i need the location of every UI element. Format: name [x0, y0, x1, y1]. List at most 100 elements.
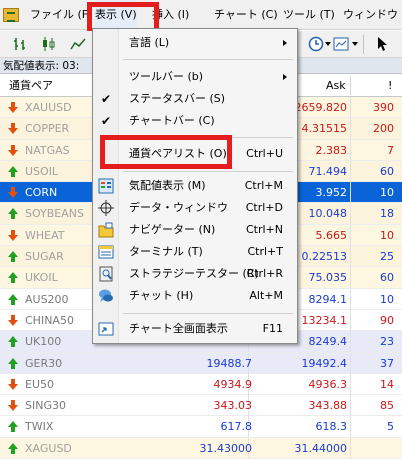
- symbol-name: CHINA50: [25, 313, 74, 327]
- bid-value: 617.8: [220, 420, 253, 434]
- ask-value: 71.494: [308, 164, 348, 178]
- market-watch-title: 気配値表示: 03:: [0, 58, 95, 74]
- table-row[interactable]: SING30 343.03 343.88 85: [0, 395, 402, 417]
- symbol-name: EU50: [25, 377, 54, 391]
- symbol-name: GER30: [25, 356, 63, 370]
- symbol-name: SOYBEANS: [25, 207, 84, 221]
- ask-value: 343.88: [308, 399, 348, 413]
- symbol-name: COPPER: [25, 122, 70, 136]
- bar-chart-icon[interactable]: [12, 36, 28, 52]
- menu-item-statusbar[interactable]: ✔ ステータスバー (S): [93, 88, 297, 110]
- menu-file[interactable]: ファイル (F): [30, 0, 92, 30]
- menu-item-shortcut: Ctrl+U: [246, 147, 283, 160]
- menu-separator: [123, 59, 293, 60]
- toolbar-divider: [363, 35, 364, 54]
- cursor-icon[interactable]: [374, 36, 390, 52]
- menu-item-label: ターミナル (T): [129, 245, 203, 258]
- checkmark-icon: ✔: [101, 92, 112, 106]
- arrow-up-icon: [8, 442, 19, 454]
- chevron-down-icon[interactable]: [325, 42, 331, 46]
- candlestick-icon[interactable]: [40, 36, 56, 52]
- fullscreen-icon: [98, 322, 114, 336]
- clock-icon[interactable]: [308, 36, 324, 52]
- menu-item-label: 通貨ペアリスト (O): [129, 147, 227, 160]
- menu-item-terminal[interactable]: ターミナル (T) Ctrl+T: [93, 241, 297, 263]
- menu-item-shortcut: Ctrl+T: [247, 245, 283, 258]
- column-divider: [350, 352, 351, 374]
- menu-item-symbol-list[interactable]: 通貨ペアリスト (O) Ctrl+U: [93, 143, 297, 165]
- arrow-down-icon: [8, 314, 19, 326]
- arrow-up-icon: [8, 272, 19, 284]
- spread-value: 5: [387, 420, 394, 434]
- column-divider: [350, 309, 351, 331]
- menu-separator: [123, 313, 293, 314]
- line-chart-icon[interactable]: [70, 36, 86, 52]
- ask-value: 31.44000: [294, 441, 348, 455]
- spread-value: 10: [380, 228, 394, 242]
- arrow-down-icon: [8, 400, 19, 412]
- table-row[interactable]: EU50 4934.9 4936.3 14: [0, 373, 402, 396]
- menu-item-market-watch[interactable]: 気配値表示 (M) Ctrl+M: [93, 175, 297, 197]
- chevron-down-icon[interactable]: [352, 42, 358, 46]
- table-row[interactable]: XAGUSD 31.43000 31.44000: [0, 437, 402, 459]
- symbol-name: UK100: [25, 335, 62, 349]
- header-ask[interactable]: Ask: [326, 74, 346, 97]
- menu-view[interactable]: 表示 (V): [95, 0, 137, 30]
- menu-item-chartbar[interactable]: ✔ チャートバー (C): [93, 110, 297, 132]
- menu-item-label: ステータスバー (S): [129, 92, 226, 105]
- app-icon[interactable]: [3, 8, 19, 22]
- navigator-icon: [98, 222, 114, 238]
- arrow-down-icon: [8, 102, 19, 113]
- menu-item-toolbar[interactable]: ツールバー (b): [93, 66, 297, 88]
- column-divider: [350, 182, 351, 204]
- chat-icon: [99, 289, 113, 302]
- column-divider: [350, 224, 351, 246]
- spread-value: 37: [380, 356, 394, 370]
- header-symbol[interactable]: 通貨ペア: [9, 74, 53, 97]
- menu-item-shortcut: Ctrl+M: [244, 179, 283, 192]
- bid-value: 4934.9: [213, 377, 253, 391]
- menu-chart[interactable]: チャート (C): [214, 0, 278, 30]
- menu-item-navigator[interactable]: ナビゲーター (N) Ctrl+N: [93, 219, 297, 241]
- crosshair-icon: [98, 200, 114, 216]
- arrow-up-icon: [8, 336, 19, 348]
- menu-item-shortcut: F11: [262, 322, 283, 335]
- spread-value: 90: [380, 313, 394, 327]
- ask-value: 4.31515: [301, 122, 348, 136]
- spread-value: 85: [380, 399, 394, 413]
- menu-tools[interactable]: ツール (T): [283, 0, 335, 30]
- bid-value: 343.03: [213, 399, 253, 413]
- arrow-down-icon: [8, 144, 19, 156]
- menu-item-data-window[interactable]: データ・ウィンドウ Ctrl+D: [93, 197, 297, 219]
- header-extra[interactable]: !: [388, 74, 392, 97]
- menu-insert[interactable]: 挿入 (I): [152, 0, 189, 30]
- symbol-name: SUGAR: [25, 250, 64, 264]
- menu-item-label: ストラテジーテスター (R): [129, 267, 259, 280]
- spread-value: 390: [373, 101, 394, 114]
- arrow-up-icon: [8, 165, 19, 177]
- menu-item-fullscreen[interactable]: チャート全画面表示 F11: [93, 318, 297, 340]
- menu-bar: ファイル (F) 表示 (V) 挿入 (I) チャート (C) ツール (T) …: [0, 0, 402, 30]
- ask-value: 3.952: [315, 186, 348, 200]
- ask-value: 8249.4: [308, 335, 348, 349]
- template-icon[interactable]: [333, 36, 349, 52]
- ask-value: 75.035: [308, 271, 348, 285]
- column-divider: [350, 288, 351, 310]
- symbol-name: XAGUSD: [25, 441, 72, 455]
- table-row[interactable]: GER30 19488.7 19492.4 37: [0, 352, 402, 374]
- submenu-arrow-icon: [283, 40, 287, 46]
- ask-value: 8294.1: [308, 292, 348, 306]
- symbol-name: USOIL: [25, 164, 59, 178]
- spread-value: 200: [373, 122, 394, 136]
- table-row[interactable]: TWIX 617.8 618.3 5: [0, 416, 402, 438]
- arrow-up-icon: [8, 293, 19, 305]
- arrow-down-icon: [8, 123, 19, 135]
- menu-item-shortcut: Alt+M: [249, 289, 283, 302]
- menu-window[interactable]: ウィンドウ (W): [343, 0, 402, 30]
- menu-item-language[interactable]: 言語 (L): [93, 32, 297, 54]
- ask-value: 618.3: [315, 420, 348, 434]
- menu-item-chat[interactable]: チャット (H) Alt+M: [93, 285, 297, 307]
- menu-separator: [123, 137, 293, 138]
- ask-value: 0.22513: [301, 250, 348, 264]
- menu-item-strategy-tester[interactable]: ストラテジーテスター (R) Ctrl+R: [93, 263, 297, 285]
